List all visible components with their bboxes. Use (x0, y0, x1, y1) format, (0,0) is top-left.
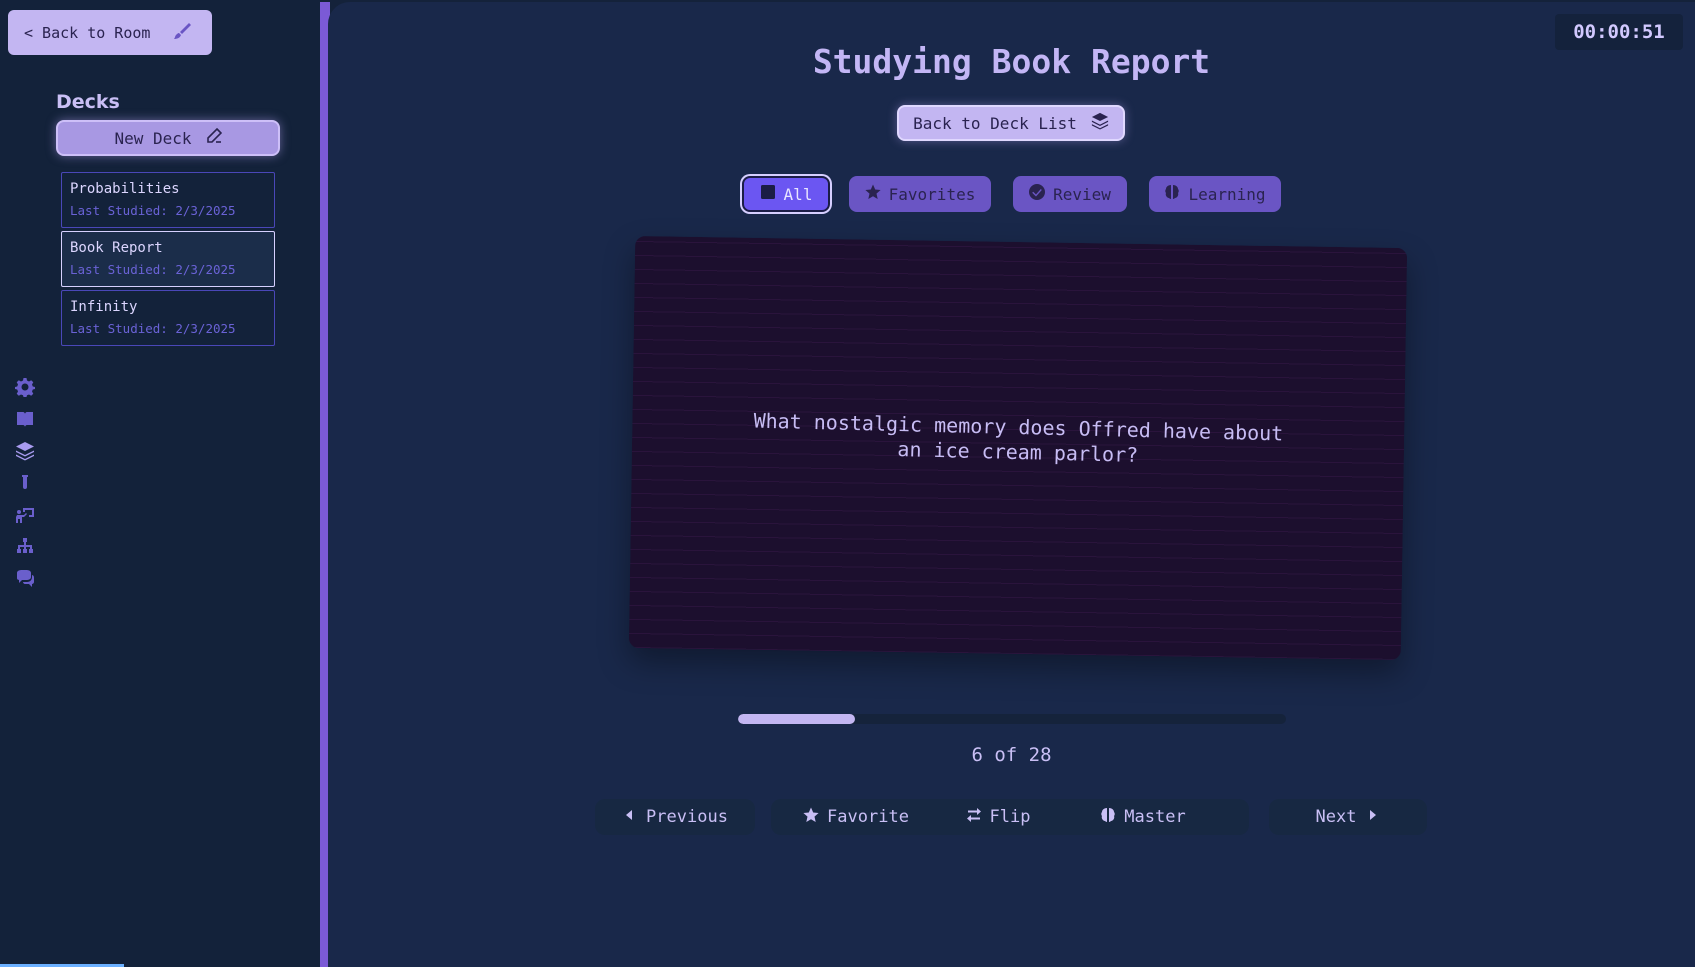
brain-icon (1100, 807, 1116, 828)
flask-icon[interactable] (14, 472, 36, 494)
master-label: Master (1124, 807, 1186, 827)
brain-icon (1164, 184, 1180, 204)
favorite-label: Favorite (827, 807, 909, 827)
deck-name: Infinity (70, 299, 138, 315)
card-counter: 6 of 28 (971, 744, 1052, 766)
flashcard[interactable]: What nostalgic memory does Offred have a… (628, 235, 1408, 661)
square-icon (760, 184, 776, 204)
deck-name: Book Report (70, 240, 163, 256)
new-deck-label: New Deck (114, 128, 192, 148)
deck-last-studied: Last Studied: 2/3/2025 (70, 262, 236, 277)
deck-item-infinity[interactable]: Infinity Last Studied: 2/3/2025 (61, 290, 275, 346)
deck-list: Probabilities Last Studied: 2/3/2025 Boo… (61, 172, 275, 349)
page-title: Studying Book Report (812, 42, 1211, 81)
filter-review[interactable]: Review (1013, 176, 1127, 212)
gear-icon[interactable] (14, 376, 36, 398)
progress-fill (738, 714, 856, 724)
star-icon (803, 807, 819, 828)
previous-button[interactable]: Previous (595, 799, 755, 835)
caret-left-icon (622, 807, 638, 828)
flip-label: Flip (989, 807, 1031, 827)
flip-button[interactable]: Flip (948, 799, 1048, 835)
swap-icon (966, 807, 982, 828)
filter-all[interactable]: All (742, 176, 830, 212)
deck-item-probabilities[interactable]: Probabilities Last Studied: 2/3/2025 (61, 172, 275, 228)
progress-bar (738, 714, 1286, 724)
filter-label: Favorites (888, 184, 976, 204)
caret-right-icon (1364, 807, 1380, 828)
check-circle-icon (1029, 184, 1046, 204)
favorite-button[interactable]: Favorite (791, 799, 921, 835)
back-to-room-button[interactable]: < Back to Room (8, 10, 212, 55)
back-to-room-label: < Back to Room (24, 23, 151, 42)
filter-favorites[interactable]: Favorites (849, 176, 991, 212)
flashcard-area: What nostalgic memory does Offred have a… (620, 235, 1408, 668)
back-to-deck-list-label: Back to Deck List (913, 113, 1077, 133)
deck-item-book-report[interactable]: Book Report Last Studied: 2/3/2025 (61, 231, 275, 287)
side-nav (14, 376, 36, 600)
main-panel: 00:00:51 Studying Book Report Back to De… (328, 2, 1695, 967)
deck-last-studied: Last Studied: 2/3/2025 (70, 321, 236, 336)
new-deck-button[interactable]: New Deck (56, 120, 280, 156)
filter-label: Review (1053, 184, 1111, 204)
back-to-deck-list-button[interactable]: Back to Deck List (897, 105, 1125, 141)
paintbrush-icon (172, 21, 192, 45)
filter-learning[interactable]: Learning (1149, 176, 1281, 212)
master-button[interactable]: Master (1078, 799, 1208, 835)
book-icon[interactable] (14, 408, 36, 430)
previous-label: Previous (646, 807, 728, 827)
layers-icon (1091, 112, 1109, 134)
comments-icon[interactable] (14, 568, 36, 590)
sitemap-icon[interactable] (14, 536, 36, 558)
flashcard-question: What nostalgic memory does Offred have a… (753, 408, 1284, 467)
star-icon (865, 184, 881, 204)
deck-name: Probabilities (70, 181, 180, 197)
filter-label: Learning (1188, 184, 1266, 204)
next-label: Next (1315, 807, 1357, 827)
filter-label: All (783, 184, 813, 204)
sidebar: < Back to Room Decks New Deck Probabilit… (0, 0, 320, 967)
pen-icon (206, 127, 222, 148)
next-button[interactable]: Next (1269, 799, 1427, 835)
presentation-icon[interactable] (14, 504, 36, 526)
layers-icon[interactable] (14, 440, 36, 462)
deck-last-studied: Last Studied: 2/3/2025 (70, 203, 236, 218)
decks-heading: Decks (56, 91, 120, 113)
